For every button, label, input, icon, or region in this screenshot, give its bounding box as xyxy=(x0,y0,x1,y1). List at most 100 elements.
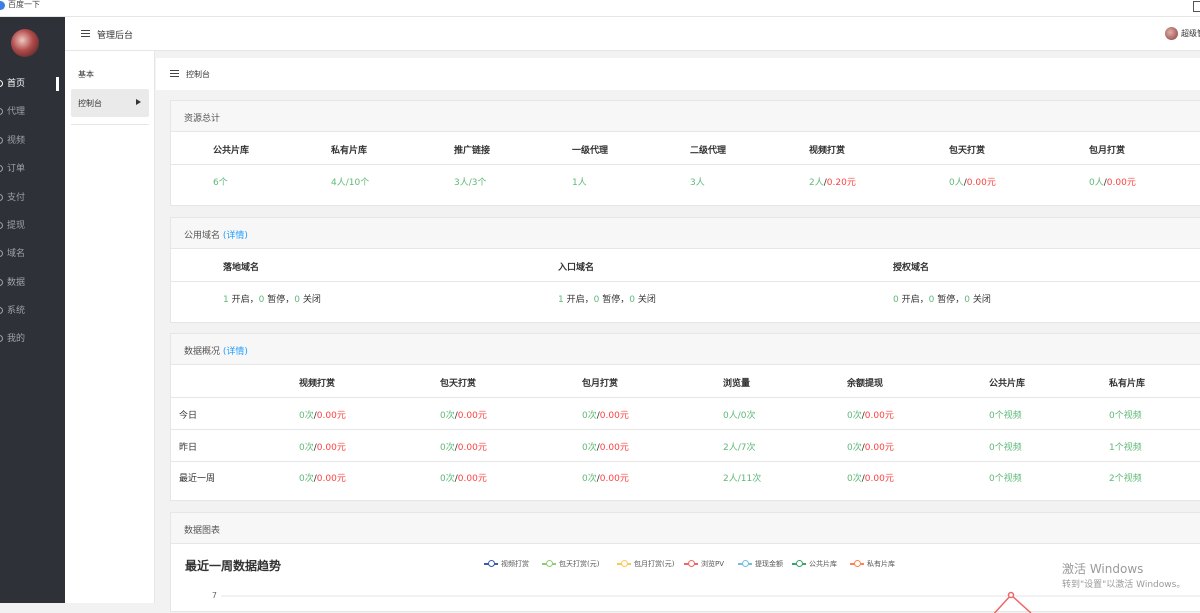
stat-value: 1人 xyxy=(572,178,587,188)
sidebar-item-domain[interactable]: 域名 xyxy=(0,247,25,261)
user-name[interactable]: 超级管 xyxy=(1181,28,1200,39)
stat-value: 0人/0.00元 xyxy=(949,178,996,188)
col-header: 落地域名 xyxy=(223,263,260,273)
col-header: 浏览量 xyxy=(723,379,751,389)
sidebar-item-system[interactable]: 系统 xyxy=(0,304,25,318)
resources-panel: 资源总计 公共片库 私有片库 推广链接 一级代理 二级代理 视频打赏 包天打赏 … xyxy=(170,100,1200,206)
circle-icon xyxy=(0,194,3,201)
table-cell: 0次/0.00元 xyxy=(582,411,629,421)
col-header: 二级代理 xyxy=(690,146,727,156)
stat-value: 3人/3个 xyxy=(454,178,487,188)
stat-value: 3人 xyxy=(690,178,705,188)
sidebar-item-mine[interactable]: 我的 xyxy=(0,332,25,346)
domains-panel: 公用域名 (详情) 落地域名 入口域名 授权域名 1 开启，0 暂停，0 关闭 … xyxy=(170,217,1200,323)
col-header: 公共片库 xyxy=(213,146,250,156)
circle-icon xyxy=(0,222,3,229)
sidebar-item-payment[interactable]: 支付 xyxy=(0,191,25,205)
sidebar-item-agent[interactable]: 代理 xyxy=(0,105,25,119)
table-cell: 0个视频 xyxy=(989,411,1022,421)
charts-panel: 数据图表 最近一周数据趋势 视频打赏 包天打赏(元) 包月打赏(元) 浏览PV 提现金额… xyxy=(170,512,1200,613)
col-header: 私有片库 xyxy=(331,146,368,156)
stat-value: 2人/0.20元 xyxy=(809,178,856,188)
browser-bar: 百度一下 xyxy=(0,0,1200,17)
panel-header: 数据图表 xyxy=(171,513,1200,544)
col-header: 余额提现 xyxy=(847,379,884,389)
favicon-icon xyxy=(0,1,5,10)
panel-header: 公用域名 (详情) xyxy=(171,218,1200,249)
breadcrumb-current: 控制台 xyxy=(186,70,210,79)
tab-title[interactable]: 百度一下 xyxy=(8,0,40,9)
subnav-item-console[interactable]: 控制台 xyxy=(71,89,149,117)
table-cell: 0次/0.00元 xyxy=(299,443,346,453)
circle-icon xyxy=(0,165,3,172)
overview-panel: 数据概况 (详情) 视频打赏 包天打赏 包月打赏 浏览量 余额提现 公共片库 私… xyxy=(170,333,1200,501)
circle-icon xyxy=(0,250,3,257)
col-header: 私有片库 xyxy=(1109,379,1146,389)
divider xyxy=(171,429,1200,430)
table-cell: 0次/0.00元 xyxy=(440,411,487,421)
circle-icon xyxy=(0,137,3,144)
sidebar-item-withdraw[interactable]: 提现 xyxy=(0,219,25,233)
sidebar-item-orders[interactable]: 订单 xyxy=(0,162,25,176)
divider xyxy=(171,164,1200,165)
panel-header: 数据概况 (详情) xyxy=(171,334,1200,365)
col-header: 授权域名 xyxy=(893,263,930,273)
domain-status: 1 开启，0 暂停，0 关闭 xyxy=(558,295,656,305)
table-cell: 0次/0.00元 xyxy=(440,474,487,484)
col-header: 包月打赏 xyxy=(1089,146,1126,156)
col-header: 视频打赏 xyxy=(809,146,846,156)
panel-title: 资源总计 xyxy=(184,114,221,124)
col-header: 包月打赏 xyxy=(582,379,619,389)
table-cell: 2个视频 xyxy=(1109,474,1142,484)
data-point[interactable] xyxy=(1007,591,1015,599)
user-avatar[interactable] xyxy=(1165,27,1178,40)
stat-value: 0人/0.00元 xyxy=(1089,178,1136,188)
top-bar: 管理后台 超级管 xyxy=(65,17,1200,51)
table-cell: 0次/0.00元 xyxy=(847,411,894,421)
table-cell: 0人/0次 xyxy=(723,411,756,421)
menu-toggle-icon[interactable] xyxy=(81,30,90,37)
breadcrumb: 控制台 xyxy=(156,58,1200,90)
col-header: 公共片库 xyxy=(989,379,1026,389)
table-cell: 0次/0.00元 xyxy=(440,443,487,453)
subnav-group-label: 基本 xyxy=(78,70,94,79)
col-header: 视频打赏 xyxy=(299,379,336,389)
table-cell: 0次/0.00元 xyxy=(582,443,629,453)
panel-header: 资源总计 xyxy=(171,101,1200,132)
panel-title: 数据图表 xyxy=(184,526,221,536)
table-cell: 0个视频 xyxy=(1109,411,1142,421)
table-cell: 0次/0.00元 xyxy=(299,474,346,484)
divider xyxy=(71,124,149,125)
active-indicator xyxy=(56,77,59,91)
sidebar-item-video[interactable]: 视频 xyxy=(0,134,25,148)
stat-value: 4人/10个 xyxy=(331,178,370,188)
divider xyxy=(171,461,1200,462)
circle-icon xyxy=(0,108,3,115)
col-header: 一级代理 xyxy=(572,146,609,156)
panel-title: 数据概况 (详情) xyxy=(184,347,248,357)
domain-status: 0 开启，0 暂停，0 关闭 xyxy=(893,295,991,305)
table-cell: 0个视频 xyxy=(989,443,1022,453)
table-cell: 0次/0.00元 xyxy=(299,411,346,421)
divider xyxy=(171,397,1200,398)
detail-link[interactable]: (详情) xyxy=(223,231,248,241)
list-icon xyxy=(170,70,179,77)
sidebar-item-data[interactable]: 数据 xyxy=(0,276,25,290)
table-cell: 0个视频 xyxy=(989,474,1022,484)
row-label: 最近一周 xyxy=(179,474,216,484)
domain-status: 1 开启，0 暂停，0 关闭 xyxy=(223,295,321,305)
sidebar-item-home[interactable]: 首页 xyxy=(0,77,25,91)
col-header: 包天打赏 xyxy=(440,379,477,389)
y-tick-label: 7 xyxy=(212,591,217,600)
window-corner-icon xyxy=(1193,1,1200,12)
circle-icon xyxy=(0,335,3,342)
stat-value: 6个 xyxy=(213,178,228,188)
detail-link[interactable]: (详情) xyxy=(223,347,248,357)
sub-sidebar: 基本 控制台 xyxy=(65,51,155,603)
activation-watermark-text: 转到"设置"以激活 Windows。 xyxy=(1062,580,1186,590)
app-title: 管理后台 xyxy=(97,31,134,41)
table-cell: 0次/0.00元 xyxy=(847,474,894,484)
avatar[interactable] xyxy=(11,29,39,57)
col-header: 包天打赏 xyxy=(949,146,986,156)
row-label: 今日 xyxy=(179,411,198,421)
